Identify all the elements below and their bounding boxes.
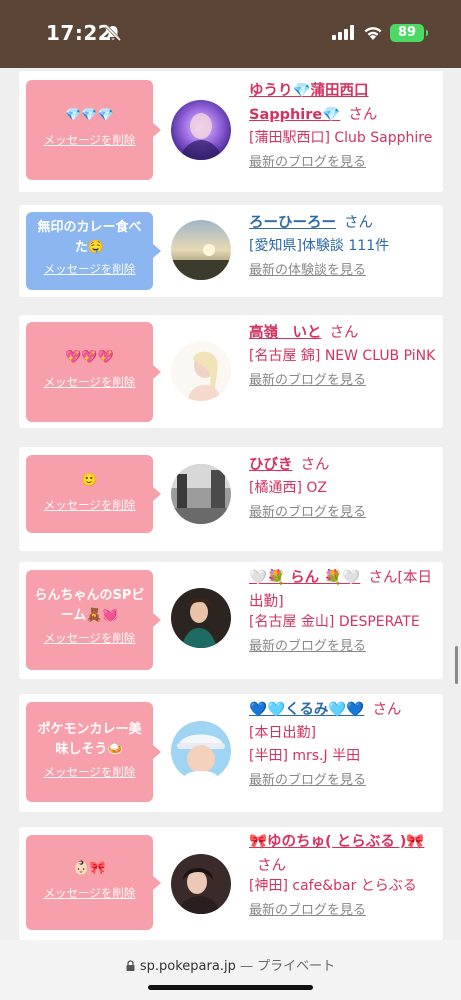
honorific: さん <box>257 858 286 874</box>
cast-info: ひびき さん [橘通西] OZ 最新のブログを見る <box>249 453 439 524</box>
shop-label: [神田] cafe&bar とらぶる <box>249 878 417 894</box>
avatar[interactable] <box>171 100 231 160</box>
avatar[interactable] <box>171 854 231 914</box>
list-item: 💎💎💎 メッセージを削除 ゆうり💎蒲田西口Sapphire💎 さん [蒲田駅西口]… <box>19 71 443 192</box>
latest-blog-link[interactable]: 最新のブログを見る <box>249 502 366 524</box>
bell-off-icon <box>104 24 122 42</box>
honorific: さん <box>348 107 378 123</box>
list-item: 👶🏻🎀 メッセージを削除 🎀ゆのちゅ( とらぶる )🎀 さん [神田] cafe&… <box>19 827 443 940</box>
delete-message-link[interactable]: メッセージを削除 <box>44 374 136 390</box>
honorific: さん <box>372 702 402 718</box>
delete-message-link[interactable]: メッセージを削除 <box>44 132 136 148</box>
message-bubble: 無印のカレー食べた🤤 メッセージを削除 <box>26 212 161 290</box>
honorific: さん <box>344 215 373 231</box>
private-mode-label: プライベート <box>257 959 336 974</box>
cast-name-link[interactable]: 🎀ゆのちゅ( とらぶる )🎀 <box>249 834 424 850</box>
browser-address-bar[interactable]: sp.pokepara.jp — プライベート <box>0 940 461 1000</box>
avatar[interactable] <box>171 588 231 648</box>
shop-label: [名古屋 金山] DESPERATE <box>249 614 420 630</box>
avatar[interactable] <box>171 464 231 524</box>
url-text: sp.pokepara.jp <box>139 959 236 974</box>
message-text: ポケモンカレー美味しそう🍛 <box>37 722 142 757</box>
latest-blog-link[interactable]: 最新のブログを見る <box>249 900 366 922</box>
attendance-label: [本日出勤] <box>249 725 316 741</box>
url-separator: — <box>235 959 258 974</box>
cellular-signal-icon <box>332 25 354 40</box>
message-bubble: 💖💖💖 メッセージを削除 <box>26 322 161 422</box>
message-text: 💎💎💎 <box>65 108 114 123</box>
latest-blog-link[interactable]: 最新のブログを見る <box>249 370 366 392</box>
cast-name-link[interactable]: 💙🩵くるみ🩵💙 <box>249 702 364 718</box>
wifi-icon <box>364 27 382 40</box>
delete-message-link[interactable]: メッセージを削除 <box>44 885 136 901</box>
list-item: ポケモンカレー美味しそう🍛 メッセージを削除 💙🩵くるみ🩵💙 さん [本日出勤] … <box>19 694 443 812</box>
cast-name-link[interactable]: 高嶺 いと <box>249 325 322 341</box>
cast-info: 高嶺 いと さん [名古屋 錦] NEW CLUB PiNK 最新のブログを見る <box>249 321 439 392</box>
message-feed[interactable]: 💎💎💎 メッセージを削除 ゆうり💎蒲田西口Sapphire💎 さん [蒲田駅西口]… <box>0 68 461 940</box>
delete-message-link[interactable]: メッセージを削除 <box>44 497 136 513</box>
cast-info: ろーひーろー さん [愛知県]体験談 111件 最新の体験談を見る <box>249 211 439 282</box>
review-count: [愛知県]体験談 111件 <box>249 238 390 254</box>
shop-label: [名古屋 錦] NEW CLUB PiNK <box>249 348 436 364</box>
message-bubble: 👶🏻🎀 メッセージを削除 <box>26 835 161 930</box>
list-item: 無印のカレー食べた🤤 メッセージを削除 ろーひーろー さん [愛知県]体験談 11… <box>19 205 443 297</box>
message-text: 🙂 <box>81 473 98 488</box>
honorific: さん <box>300 457 330 473</box>
status-time: 17:22 <box>46 21 113 45</box>
url-display[interactable]: sp.pokepara.jp — プライベート <box>0 955 461 974</box>
battery-indicator: 89 <box>390 24 428 42</box>
status-bar: 17:22 89 <box>0 0 461 68</box>
shop-label: [蒲田駅西口] Club Sapphire <box>249 130 433 146</box>
avatar[interactable] <box>171 341 231 401</box>
message-text: 無印のカレー食べた🤤 <box>37 220 142 255</box>
reviewer-name-link[interactable]: ろーひーろー <box>249 215 336 231</box>
cast-name-link[interactable]: 🤍💐 らん 💐🤍 <box>249 570 360 586</box>
cast-info: ゆうり💎蒲田西口Sapphire💎 さん [蒲田駅西口] Club Sapphir… <box>249 80 439 174</box>
latest-blog-link[interactable]: 最新のブログを見る <box>249 770 366 792</box>
message-bubble: 💎💎💎 メッセージを削除 <box>26 80 161 180</box>
cast-info: 🎀ゆのちゅ( とらぶる )🎀 さん [神田] cafe&bar とらぶる 最新のブ… <box>249 831 439 922</box>
shop-label: [半田] mrs.J 半田 <box>249 748 361 764</box>
message-text: らんちゃんのSPビーム🧸💓 <box>34 588 145 623</box>
latest-blog-link[interactable]: 最新のブログを見る <box>249 152 366 174</box>
list-item: 💖💖💖 メッセージを削除 高嶺 いと さん [名古屋 錦] NEW CLUB Pi… <box>19 315 443 428</box>
lock-icon <box>126 960 135 971</box>
cast-info: 🤍💐 らん 💐🤍 さん[本日出勤] [名古屋 金山] DESPERATE 最新のブ… <box>249 566 439 658</box>
cast-info: 💙🩵くるみ🩵💙 さん [本日出勤] [半田] mrs.J 半田 最新のブログを見る <box>249 698 439 792</box>
avatar[interactable] <box>171 220 231 280</box>
delete-message-link[interactable]: メッセージを削除 <box>44 764 136 780</box>
message-bubble: 🙂 メッセージを削除 <box>26 455 161 533</box>
latest-review-link[interactable]: 最新の体験談を見る <box>249 260 366 282</box>
message-bubble: らんちゃんのSPビーム🧸💓 メッセージを削除 <box>26 570 161 670</box>
shop-label: [橘通西] OZ <box>249 480 327 496</box>
delete-message-link[interactable]: メッセージを削除 <box>44 630 136 646</box>
honorific: さん <box>329 325 359 341</box>
cast-name-link[interactable]: ひびき <box>249 457 293 473</box>
message-text: 👶🏻🎀 <box>73 861 106 876</box>
latest-blog-link[interactable]: 最新のブログを見る <box>249 636 366 658</box>
message-bubble: ポケモンカレー美味しそう🍛 メッセージを削除 <box>26 702 161 802</box>
list-item: 🙂 メッセージを削除 ひびき さん [橘通西] OZ 最新のブログを見る <box>19 447 443 551</box>
list-item: らんちゃんのSPビーム🧸💓 メッセージを削除 🤍💐 らん 💐🤍 さん[本日出勤] … <box>19 562 443 679</box>
scrollbar-thumb[interactable] <box>455 646 458 684</box>
delete-message-link[interactable]: メッセージを削除 <box>44 261 136 277</box>
home-indicator[interactable] <box>148 985 313 990</box>
avatar[interactable] <box>171 721 231 781</box>
message-text: 💖💖💖 <box>65 350 114 365</box>
